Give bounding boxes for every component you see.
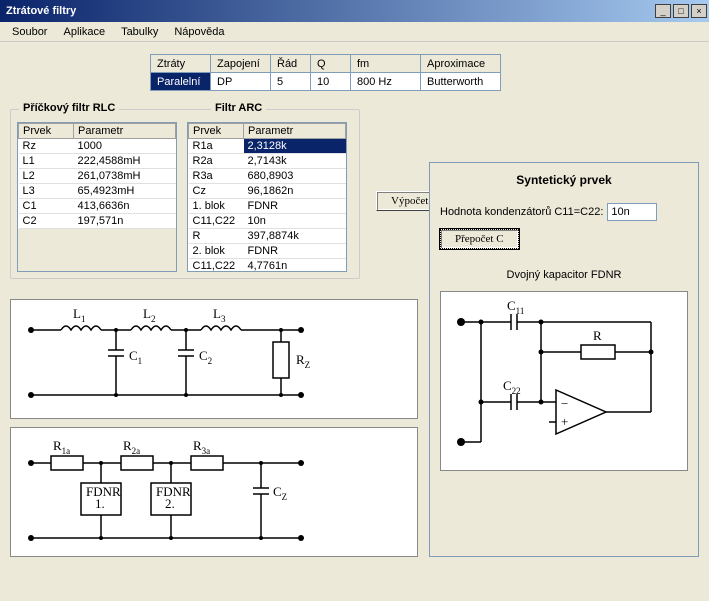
titlebar: Ztrátové filtry _ □ × [0,0,709,22]
list-item: C11,C2210n [189,214,346,229]
svg-text:−: − [561,396,568,411]
list-item: L1222,4588mH [19,154,176,169]
list-item: R397,8874k [189,229,346,244]
svg-text:R1a: R1a [53,438,70,456]
prepocet-button[interactable]: Přepočet C [440,229,519,249]
menu-tabulky[interactable]: Tabulky [113,24,166,40]
list-item: R3a680,8903 [189,169,346,184]
svg-text:R: R [593,328,602,343]
maximize-button[interactable]: □ [673,4,689,18]
svg-text:1.: 1. [95,496,105,511]
arc-list[interactable]: PrvekParametr R1a2,3128k R2a2,7143k R3a6… [187,122,347,272]
hdr-ztraty: Ztráty [151,55,211,73]
list-item: L365,4923mH [19,184,176,199]
val-aprox[interactable]: Butterworth [421,73,501,91]
group-title-arc: Filtr ARC [211,102,266,114]
arc-hdr-param[interactable]: Parametr [244,124,346,139]
summary-table: Ztráty Zapojení Řád Q fm Aproximace Para… [150,54,501,91]
rlc-hdr-prvek[interactable]: Prvek [19,124,74,139]
val-rad[interactable]: 5 [271,73,311,91]
circuit-rlc-diagram: L1 L2 L3 C1 C2 RZ [10,299,418,419]
hdr-aprox: Aproximace [421,55,501,73]
cap-label: Hodnota kondenzátorů C11=C22: [440,206,603,218]
list-item: C11,C224,7761n [189,259,346,273]
window-title: Ztrátové filtry [2,5,653,17]
list-item: R2a2,7143k [189,154,346,169]
lists-group: Příčkový filtr RLC Filtr ARC PrvekParame… [10,109,360,279]
close-button[interactable]: × [691,4,707,18]
rlc-list[interactable]: PrvekParametr Rz1000 L1222,4588mH L2261,… [17,122,177,272]
list-item: R1a2,3128k [189,139,346,154]
svg-text:L1: L1 [73,306,85,324]
svg-text:C1: C1 [129,348,142,366]
svg-text:L3: L3 [213,306,226,324]
list-item: 2. blokFDNR [189,244,346,259]
group-title-rlc: Příčkový filtr RLC [19,102,119,114]
svg-text:L2: L2 [143,306,155,324]
menu-napoveda[interactable]: Nápověda [166,24,232,40]
circuit-arc-diagram: R1a R2a R3a FDNR 1. FDNR 2. CZ [10,427,418,557]
svg-text:RZ: RZ [296,352,310,370]
list-item: Rz1000 [19,139,176,154]
list-item: Cz96,1862n [189,184,346,199]
svg-text:C2: C2 [199,348,212,366]
synthetic-element-panel: Syntetický prvek Hodnota kondenzátorů C1… [429,162,699,557]
val-ztraty[interactable]: Paralelní [151,73,211,91]
val-fm[interactable]: 800 Hz [351,73,421,91]
cap-input[interactable] [607,203,657,221]
hdr-rad: Řád [271,55,311,73]
menu-aplikace[interactable]: Aplikace [55,24,113,40]
minimize-button[interactable]: _ [655,4,671,18]
list-item: L2261,0738mH [19,169,176,184]
val-q[interactable]: 10 [311,73,351,91]
svg-text:+: + [561,414,568,429]
diagram-title: Dvojný kapacitor FDNR [440,269,688,281]
menu-soubor[interactable]: Soubor [4,24,55,40]
svg-text:C11: C11 [507,298,524,316]
rlc-hdr-param[interactable]: Parametr [74,124,176,139]
svg-text:CZ: CZ [273,484,287,502]
fdnr-diagram: C11 C22 R − + [440,291,688,471]
menubar: Soubor Aplikace Tabulky Nápověda [0,22,709,42]
hdr-fm: fm [351,55,421,73]
svg-text:R3a: R3a [193,438,210,456]
arc-hdr-prvek[interactable]: Prvek [189,124,244,139]
svg-text:2.: 2. [165,496,175,511]
hdr-q: Q [311,55,351,73]
list-item: C2197,571n [19,214,176,229]
svg-text:C22: C22 [503,378,521,396]
svg-text:R2a: R2a [123,438,140,456]
panel-title: Syntetický prvek [440,173,688,187]
list-item: C1413,6636n [19,199,176,214]
hdr-zapojeni: Zapojení [211,55,271,73]
val-zapojeni[interactable]: DP [211,73,271,91]
list-item: 1. blokFDNR [189,199,346,214]
